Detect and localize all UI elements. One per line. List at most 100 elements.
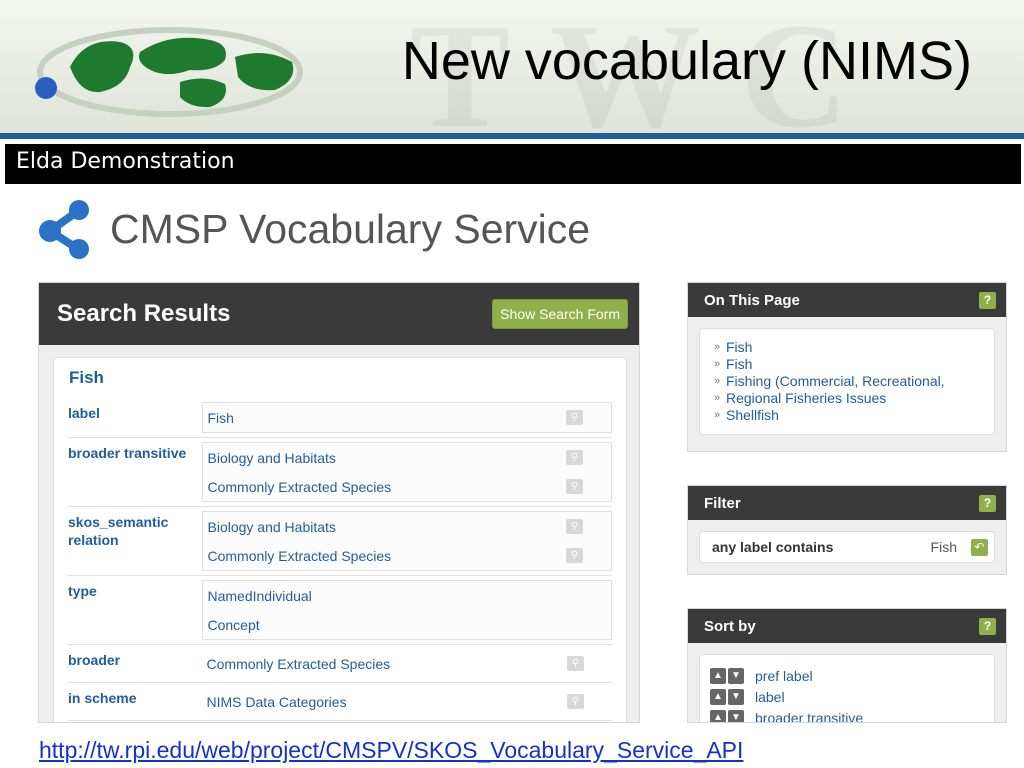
- value-text: Biology and Habitats: [207, 449, 336, 466]
- filter-heading: Filter: [704, 494, 741, 512]
- toc-link[interactable]: » Fish: [714, 339, 982, 356]
- share-network-icon: [39, 200, 89, 259]
- filter-box: any label contains Fish ↶: [699, 531, 995, 563]
- magnifier-icon[interactable]: ⚲: [566, 450, 583, 465]
- sort-ascending-icon[interactable]: ▲: [710, 709, 726, 722]
- slide-header: TWC New vocabulary (NIMS): [0, 0, 1024, 133]
- property-row-type: type NamedIndividual Concept: [68, 576, 612, 645]
- sort-by-heading: Sort by: [704, 617, 756, 635]
- brand: CMSP Vocabulary Service: [36, 198, 590, 260]
- property-values: Biology and Habitats ⚲ Commonly Extracted…: [201, 442, 612, 502]
- on-this-page-heading: On This Page: [704, 291, 800, 309]
- sort-ascending-icon[interactable]: ▲: [710, 667, 726, 684]
- value-text: Biology and Habitats: [207, 518, 336, 535]
- property-row-broader-transitive: broader transitive Biology and Habitats ⚲…: [68, 438, 612, 507]
- sort-option-label[interactable]: broader transitive: [755, 710, 863, 723]
- search-results-heading: Search Results: [57, 300, 231, 327]
- property-name: label: [68, 405, 100, 421]
- property-value[interactable]: Biology and Habitats ⚲: [203, 443, 612, 472]
- search-results-header: Search Results Show Search Form: [39, 283, 639, 345]
- toc-link-text: Fishing (Commercial, Recreational,: [726, 373, 945, 389]
- sort-ascending-icon[interactable]: ▲: [710, 688, 726, 705]
- magnifier-icon[interactable]: ⚲: [567, 694, 584, 709]
- property-value[interactable]: Biology and Habitats ⚲: [203, 512, 612, 541]
- filter-panel: Filter ? any label contains Fish ↶: [687, 485, 1007, 575]
- sort-option: ▲ ▼ pref label: [700, 665, 994, 686]
- globe-logo-icon: [35, 27, 303, 117]
- help-icon[interactable]: ?: [979, 494, 996, 512]
- sort-descending-icon[interactable]: ▼: [728, 709, 744, 722]
- property-value[interactable]: Commonly Extracted Species ⚲: [202, 649, 612, 678]
- on-this-page-list: » Fish » Fish » Fishing (Commercial, Recrea…: [700, 329, 994, 434]
- toc-link-text: Fish: [726, 356, 753, 372]
- remove-filter-icon[interactable]: ↶: [971, 538, 988, 556]
- value-text: NIMS Data Categories: [206, 693, 347, 710]
- toc-link-text: Shellfish: [726, 407, 779, 423]
- value-text: Concept: [207, 616, 260, 633]
- property-values: Fish ⚲: [201, 402, 612, 433]
- slide-title: New vocabulary (NIMS): [401, 31, 972, 91]
- toc-link[interactable]: » Regional Fisheries Issues: [714, 390, 982, 407]
- property-values: NamedIndividual Concept: [201, 580, 612, 640]
- property-values: Biology and Habitats ⚲ Commonly Extracted…: [201, 511, 612, 571]
- brand-title: CMSP Vocabulary Service: [110, 205, 591, 252]
- value-text: NamedIndividual: [207, 587, 312, 604]
- sort-descending-icon[interactable]: ▼: [728, 688, 744, 705]
- property-values: NIMS Data Categories ⚲: [202, 687, 612, 716]
- property-value[interactable]: Commonly Extracted Species ⚲: [203, 541, 612, 570]
- toc-link-text: Regional Fisheries Issues: [726, 390, 887, 406]
- property-value[interactable]: NIMS Data Categories ⚲: [202, 687, 612, 716]
- chevron-right-icon: »: [714, 392, 721, 404]
- toc-link[interactable]: » Shellfish: [714, 407, 982, 424]
- magnifier-icon[interactable]: ⚲: [566, 479, 583, 494]
- property-row-broader: broader Commonly Extracted Species ⚲: [68, 645, 612, 683]
- result-item-title[interactable]: Fish: [69, 368, 612, 388]
- chevron-right-icon: »: [714, 375, 721, 387]
- sort-descending-icon[interactable]: ▼: [728, 667, 744, 684]
- help-icon[interactable]: ?: [979, 617, 996, 635]
- sort-option: ▲ ▼ label: [700, 686, 994, 707]
- property-row-label: label Fish ⚲: [68, 398, 612, 438]
- property-value[interactable]: Concept: [203, 610, 612, 639]
- sort-by-box: ▲ ▼ pref label ▲ ▼ label ▲ ▼ broader transi…: [699, 654, 995, 723]
- filter-label: any label contains: [712, 539, 834, 555]
- sort-option-label[interactable]: label: [755, 689, 785, 705]
- property-name: type: [68, 583, 97, 599]
- property-name: broader: [68, 652, 121, 668]
- result-item: Fish label Fish ⚲ broader transitive Biol…: [53, 357, 627, 722]
- sort-option: ▲ ▼ broader transitive: [700, 707, 994, 723]
- toc-link-text: Fish: [726, 339, 753, 355]
- search-results-panel: Search Results Show Search Form Fish lab…: [38, 282, 640, 723]
- sort-by-header: Sort by ?: [688, 609, 1006, 643]
- magnifier-icon[interactable]: ⚲: [567, 656, 584, 671]
- value-text: Commonly Extracted Species: [207, 478, 392, 495]
- property-value[interactable]: NamedIndividual: [203, 581, 612, 610]
- help-icon[interactable]: ?: [979, 291, 996, 309]
- footer-link[interactable]: http://tw.rpi.edu/web/project/CMSPV/SKOS…: [39, 737, 743, 764]
- chevron-right-icon: »: [714, 341, 721, 353]
- magnifier-icon[interactable]: ⚲: [566, 410, 583, 425]
- value-text: Commonly Extracted Species: [207, 547, 392, 564]
- on-this-page-header: On This Page ?: [688, 283, 1006, 317]
- sort-option-label[interactable]: pref label: [755, 668, 813, 684]
- toc-link[interactable]: » Fishing (Commercial, Recreational,: [714, 373, 982, 390]
- filter-header: Filter ?: [688, 486, 1006, 520]
- header-rule: [0, 133, 1024, 139]
- property-values: Commonly Extracted Species ⚲: [202, 649, 612, 678]
- on-this-page-panel: On This Page ? » Fish » Fish » Fishing (Com…: [687, 282, 1007, 452]
- toc-link[interactable]: » Fish: [714, 356, 982, 373]
- value-text: Fish: [207, 409, 234, 426]
- property-row-in-scheme: in scheme NIMS Data Categories ⚲: [68, 683, 612, 721]
- filter-row: any label contains Fish ↶: [700, 532, 994, 562]
- property-name: in scheme: [68, 690, 137, 706]
- filter-value: Fish: [930, 539, 957, 555]
- magnifier-icon[interactable]: ⚲: [566, 519, 583, 534]
- magnifier-icon[interactable]: ⚲: [566, 548, 583, 563]
- chevron-right-icon: »: [714, 409, 721, 421]
- sort-by-panel: Sort by ? ▲ ▼ pref label ▲ ▼ label ▲ ▼ broa…: [687, 608, 1007, 723]
- show-search-form-button[interactable]: Show Search Form: [492, 299, 628, 329]
- property-value[interactable]: Commonly Extracted Species ⚲: [203, 472, 612, 501]
- app-title-bar: Elda Demonstration: [5, 144, 1021, 184]
- property-value[interactable]: Fish ⚲: [203, 403, 612, 432]
- property-name: broader transitive: [68, 445, 187, 461]
